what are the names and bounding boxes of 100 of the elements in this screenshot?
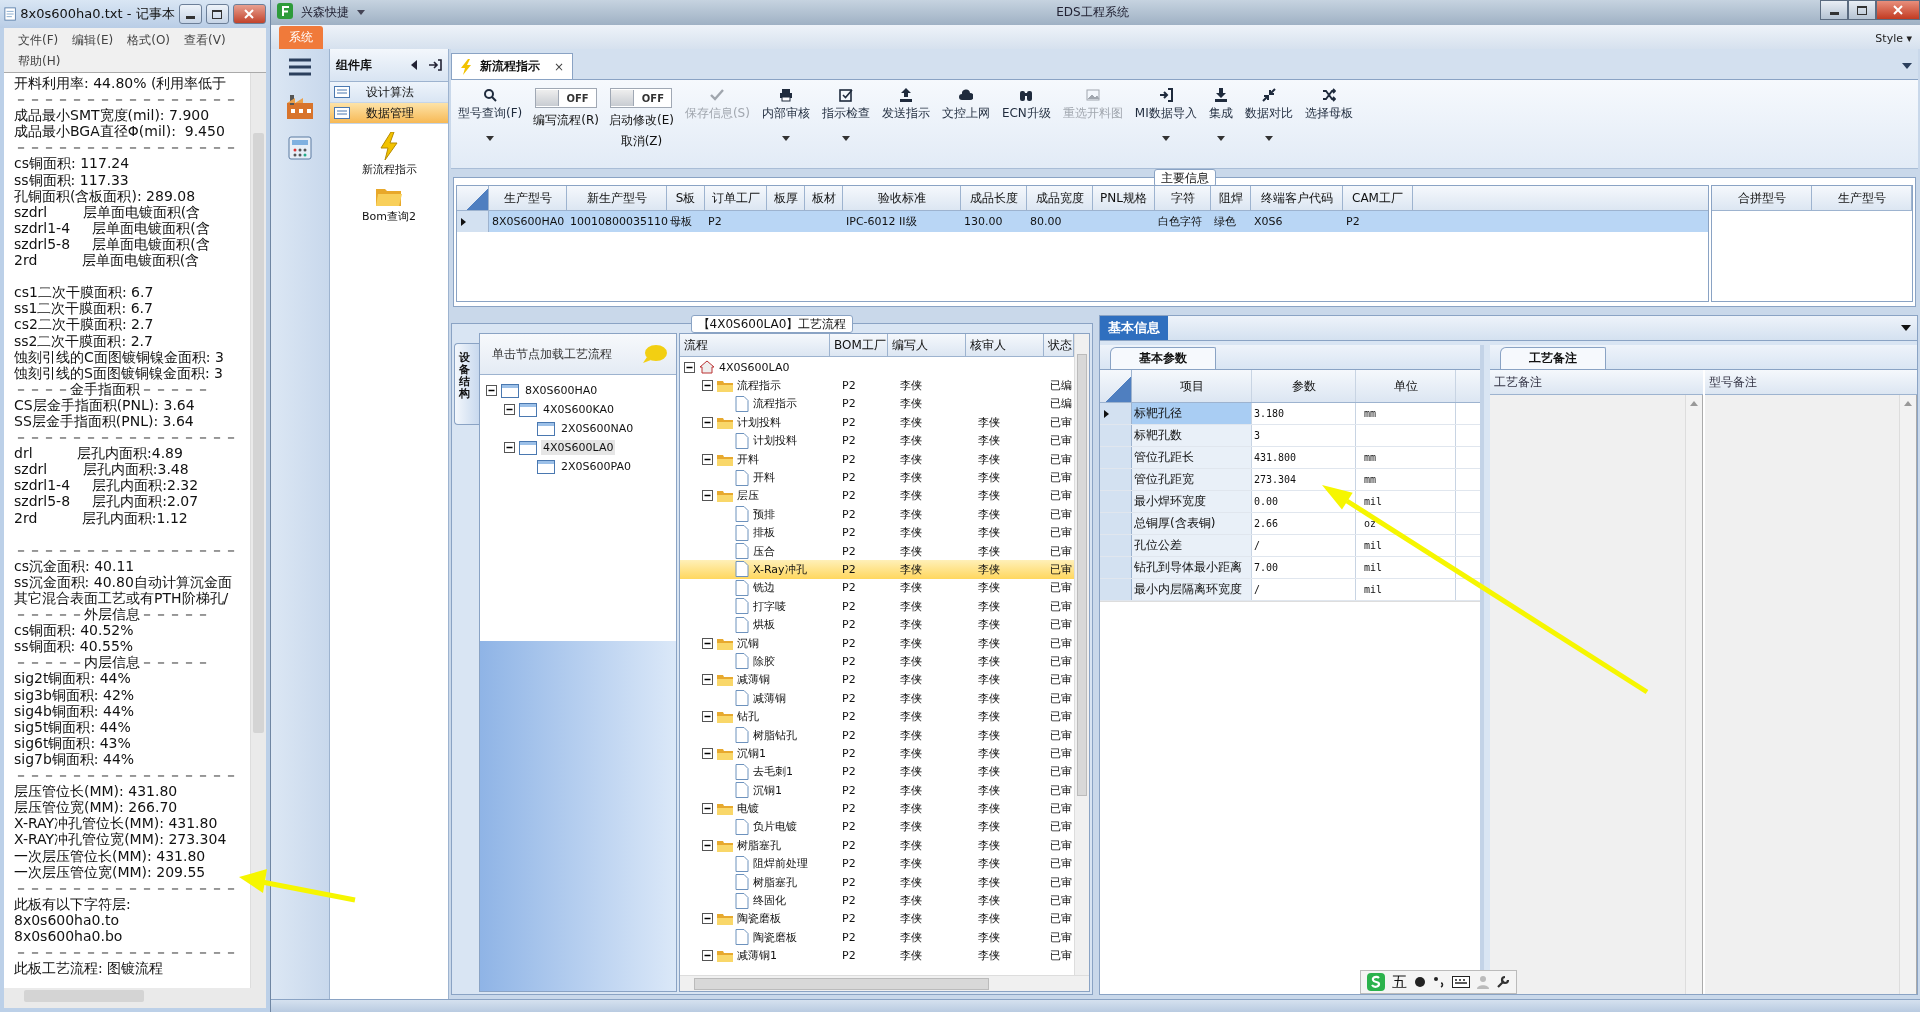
- caret-icon[interactable]: [1216, 135, 1225, 141]
- table-row[interactable]: 沉铜1 P2 李侠 李侠 已审: [680, 781, 1074, 800]
- collapse-icon[interactable]: [410, 60, 418, 70]
- toggle-switch[interactable]: OFF: [535, 88, 598, 108]
- column-header[interactable]: 终端客户代码: [1251, 186, 1343, 210]
- scrollbar[interactable]: [4, 988, 266, 1008]
- table-row[interactable]: 计划投料 P2 李侠 李侠 已审: [680, 413, 1074, 432]
- row-header[interactable]: [457, 211, 489, 232]
- table-row[interactable]: 压合 P2 李侠 李侠 已审: [680, 541, 1074, 561]
- expander-icon[interactable]: [684, 361, 695, 373]
- expander-icon[interactable]: [702, 453, 713, 465]
- column-header[interactable]: 新生产型号: [567, 186, 667, 210]
- menu-icon[interactable]: [288, 57, 312, 77]
- expander-icon[interactable]: [702, 839, 713, 851]
- table-row[interactable]: 层压 P2 李侠 李侠 已审: [680, 486, 1074, 506]
- minimize-button[interactable]: [178, 4, 202, 24]
- scroll-up-icon[interactable]: [1689, 401, 1698, 406]
- column-header[interactable]: 字符: [1155, 186, 1211, 210]
- table-row[interactable]: 负片电镀 P2 李侠 李侠 已审: [680, 817, 1074, 837]
- table-row[interactable]: 开料 P2 李侠 李侠 已审: [680, 468, 1074, 487]
- tree-node[interactable]: 4X0S600LA0: [541, 440, 616, 455]
- column-header[interactable]: 单位: [1356, 370, 1456, 402]
- table-row[interactable]: 8X0S600HA0 10010800035110 母板 P2 IPC-6012 II级 130.00 80.00 白色字符 绿色 X0S6 P2: [457, 211, 1708, 232]
- sidebar-item[interactable]: 数据管理: [330, 103, 448, 124]
- close-button[interactable]: [1876, 0, 1920, 20]
- table-row[interactable]: 减薄铜 P2 李侠 李侠 已审: [680, 689, 1074, 708]
- table-row[interactable]: 阻焊前处理 P2 李侠 李侠 已审: [680, 854, 1074, 873]
- table-row[interactable]: 流程指示 P2 李侠 已编: [680, 394, 1074, 414]
- table-row[interactable]: 沉铜1 P2 李侠 李侠 已审: [680, 744, 1074, 763]
- column-header[interactable]: 合拼型号: [1712, 186, 1812, 210]
- table-cell[interactable]: 总铜厚(含表铜): [1132, 513, 1252, 534]
- toolbar-button[interactable]: 文控上网: [938, 84, 993, 147]
- notes-field[interactable]: [1490, 395, 1703, 994]
- expander-icon[interactable]: [702, 490, 713, 502]
- dot-icon[interactable]: [1414, 976, 1426, 988]
- expander-icon[interactable]: [702, 803, 713, 815]
- caret-icon[interactable]: [1264, 135, 1273, 141]
- column-header[interactable]: 成品长度: [961, 186, 1027, 210]
- table-row[interactable]: 除胶 P2 李侠 李侠 已审: [680, 652, 1074, 671]
- expander-icon[interactable]: [702, 950, 713, 962]
- table-row[interactable]: 4X0S600LA0: [680, 358, 1074, 377]
- maximize-button[interactable]: [205, 4, 229, 24]
- toolbar-button[interactable]: 内部审核: [758, 84, 813, 147]
- toolbar-button[interactable]: 指示检查: [818, 84, 873, 147]
- expander-icon[interactable]: [702, 711, 713, 723]
- tree-node[interactable]: 2X0S600PA0: [559, 459, 633, 474]
- table-row[interactable]: 钻孔 P2 李侠 李侠 已审: [680, 707, 1074, 726]
- tree-node[interactable]: 8X0S600HA0: [523, 383, 600, 398]
- toolbar-button[interactable]: MI数据导入: [1131, 84, 1200, 147]
- table-row[interactable]: 计划投料 P2 李侠 李侠 已审: [680, 431, 1074, 450]
- expander-icon[interactable]: [486, 385, 497, 396]
- table-row[interactable]: 树脂钻孔 P2 李侠 李侠 已审: [680, 725, 1074, 745]
- column-header[interactable]: 项目: [1132, 370, 1252, 402]
- tree-node[interactable]: 2X0S600NA0: [559, 421, 636, 436]
- close-button[interactable]: [232, 4, 266, 24]
- close-button[interactable]: ×: [554, 59, 565, 74]
- expander-icon[interactable]: [504, 442, 515, 453]
- column-header[interactable]: S板: [667, 186, 705, 210]
- expander-icon[interactable]: [702, 747, 713, 759]
- input-mode[interactable]: 五: [1392, 972, 1407, 992]
- expander-icon[interactable]: [702, 674, 713, 686]
- style-menu[interactable]: Style ▾: [1875, 32, 1912, 49]
- expander-icon[interactable]: [504, 404, 515, 415]
- column-header[interactable]: 成品宽度: [1027, 186, 1093, 210]
- table-row[interactable]: 终固化 P2 李侠 李侠 已审: [680, 891, 1074, 910]
- caret-icon[interactable]: [781, 135, 790, 141]
- table-row[interactable]: 沉铜 P2 李侠 李侠 已审: [680, 633, 1074, 653]
- table-row[interactable]: 树脂塞孔 P2 李侠 李侠 已审: [680, 872, 1074, 892]
- table-row[interactable]: 烘板 P2 李侠 李侠 已审: [680, 615, 1074, 634]
- table-cell[interactable]: 孔位公差: [1132, 535, 1252, 556]
- scrollbar[interactable]: [1074, 334, 1089, 975]
- toolbar-button[interactable]: 发送指示: [878, 84, 933, 147]
- table-row[interactable]: 去毛刺1 P2 李侠 李侠 已审: [680, 762, 1074, 781]
- table-row[interactable]: 打字唛 P2 李侠 李侠 已审: [680, 597, 1074, 616]
- tool-label[interactable]: 新流程指示: [361, 162, 417, 177]
- cancel-button[interactable]: 取消(Z): [620, 133, 663, 150]
- table-row[interactable]: 开料 P2 李侠 李侠 已审: [680, 449, 1074, 469]
- column-header[interactable]: CAM工厂: [1343, 186, 1413, 210]
- input-method-bar[interactable]: 五: [1360, 970, 1517, 994]
- column-header[interactable]: 板材: [805, 186, 843, 210]
- column-header[interactable]: 流程: [680, 334, 830, 356]
- caret-icon[interactable]: [486, 135, 495, 141]
- table-row[interactable]: 预排 P2 李侠 李侠 已审: [680, 505, 1074, 524]
- keyboard-icon[interactable]: [1452, 976, 1470, 988]
- scrollbar[interactable]: [250, 73, 266, 988]
- maximize-button[interactable]: [1848, 0, 1876, 20]
- menu-item[interactable]: 格式(O): [121, 30, 179, 51]
- row-header[interactable]: [1100, 403, 1132, 424]
- column-header[interactable]: 生产型号: [1812, 186, 1912, 210]
- toolbar-button[interactable]: 选择母板: [1301, 84, 1356, 147]
- column-header[interactable]: 订单工厂: [705, 186, 767, 210]
- table-row[interactable]: 减薄铜 P2 李侠 李侠 已审: [680, 670, 1074, 690]
- table-cell[interactable]: 管位孔距宽: [1132, 469, 1252, 490]
- table-cell[interactable]: 钻孔到导体最小距离: [1132, 557, 1252, 578]
- table-row[interactable]: 排板 P2 李侠 李侠 已审: [680, 523, 1074, 542]
- table-row[interactable]: 电镀 P2 李侠 李侠 已审: [680, 799, 1074, 818]
- panel-tab[interactable]: 基本信息: [1100, 316, 1168, 340]
- sub-tab[interactable]: 基本参数: [1110, 347, 1216, 369]
- wrench-icon[interactable]: [1496, 975, 1510, 989]
- menu-item[interactable]: 编辑(E): [66, 30, 122, 51]
